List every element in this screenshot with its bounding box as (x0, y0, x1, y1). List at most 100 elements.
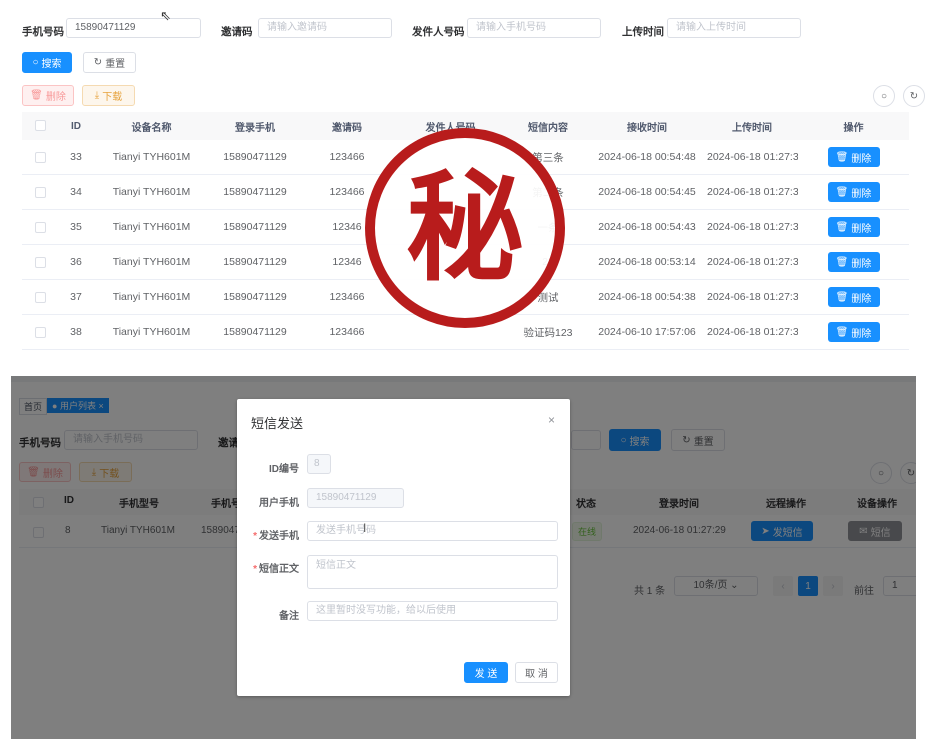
sender-label: 发件人号码 (412, 26, 465, 38)
trash-icon: 🗑 (30, 90, 43, 101)
cell-device: Tianyi TYH601M (94, 209, 209, 245)
cell-received: 2024-06-18 00:54:38 (588, 279, 706, 315)
download-icon: ⤓ (94, 90, 100, 101)
user-phone-field: 15890471129 (307, 488, 404, 508)
cell-uploaded: 2024-06-18 01:27:30 (706, 279, 798, 315)
bottom-panel: 首页 ● 用户列表 × 手机号码 请输入手机号码 邀请 ○搜索 ↻重置 🗑删除 … (11, 376, 916, 739)
cell-action: 🗑 删除 (798, 209, 909, 245)
text-cursor-icon: I (363, 521, 367, 535)
cell-received: 2024-06-18 00:54:48 (588, 140, 706, 175)
row-checkbox[interactable] (22, 140, 58, 175)
trash-icon: 🗑 (835, 291, 849, 303)
row-delete-button[interactable]: 🗑 删除 (827, 322, 880, 342)
sender-input[interactable]: 请输入手机号码 (467, 18, 601, 38)
search-button[interactable]: ○搜索 (22, 52, 72, 73)
send-phone-label: * 发送手机 (253, 531, 299, 542)
cell-uploaded: 2024-06-18 01:27:30 (706, 140, 798, 175)
cell-received: 2024-06-10 17:57:06 (588, 314, 706, 350)
cell-action: 🗑 删除 (798, 174, 909, 210)
cell-uploaded: 2024-06-18 01:27:30 (706, 244, 798, 280)
cell-device: Tianyi TYH601M (94, 140, 209, 175)
cell-received: 2024-06-18 00:54:43 (588, 209, 706, 245)
phone-label: 手机号码 (22, 26, 64, 38)
cell-received: 2024-06-18 00:53:14 (588, 244, 706, 280)
upload-time-input[interactable]: 请输入上传时间 (667, 18, 801, 38)
refresh-table-icon[interactable]: ↻ (903, 85, 925, 107)
row-delete-button[interactable]: 🗑 删除 (827, 147, 880, 167)
trash-icon: 🗑 (835, 186, 849, 198)
cell-action: 🗑 删除 (798, 279, 909, 315)
header-action: 操作 (798, 112, 909, 140)
phone-input[interactable]: 15890471129 (66, 18, 201, 38)
refresh-icon: ↻ (93, 57, 103, 68)
close-icon[interactable]: × (548, 413, 555, 427)
row-delete-button[interactable]: 🗑 删除 (827, 217, 880, 237)
remark-label: 备注 (279, 611, 299, 622)
cell-phone: 15890471129 (209, 314, 301, 350)
trash-icon: 🗑 (835, 326, 849, 338)
cell-id: 37 (58, 279, 94, 315)
cell-uploaded: 2024-06-18 01:27:30 (706, 209, 798, 245)
dialog-title: 短信发送 (251, 416, 304, 431)
cell-id: 38 (58, 314, 94, 350)
sms-body-textarea[interactable]: 短信正文 (307, 555, 558, 589)
cell-action: 🗑 删除 (798, 314, 909, 350)
cell-id: 35 (58, 209, 94, 245)
row-checkbox[interactable] (22, 314, 58, 350)
cell-id: 36 (58, 244, 94, 280)
row-checkbox[interactable] (22, 244, 58, 280)
row-delete-button[interactable]: 🗑 删除 (827, 252, 880, 272)
row-delete-button[interactable]: 🗑 删除 (827, 182, 880, 202)
send-phone-input[interactable]: 发送手机号码 (307, 521, 558, 541)
send-button[interactable]: 发 送 (464, 662, 508, 683)
header-uploaded: 上传时间 (706, 112, 798, 140)
cell-phone: 15890471129 (209, 174, 301, 210)
cancel-button[interactable]: 取 消 (515, 662, 558, 683)
row-delete-button[interactable]: 🗑 删除 (827, 287, 880, 307)
cell-received: 2024-06-18 00:54:45 (588, 174, 706, 210)
cell-phone: 15890471129 (209, 244, 301, 280)
cell-uploaded: 2024-06-18 01:27:30 (706, 174, 798, 210)
body-label: * 短信正文 (253, 564, 299, 575)
remark-input[interactable]: 这里暂时没写功能，给以后使用 (307, 601, 558, 621)
user-phone-label: 用户手机 (259, 498, 299, 509)
invite-label: 邀请码 (221, 26, 253, 38)
header-login-phone: 登录手机 (209, 112, 301, 140)
cell-device: Tianyi TYH601M (94, 174, 209, 210)
id-label: ID编号 (269, 464, 299, 475)
cell-action: 🗑 删除 (798, 244, 909, 280)
cell-action: 🗑 删除 (798, 140, 909, 175)
secret-seal: 秘 (365, 128, 565, 328)
trash-icon: 🗑 (835, 151, 849, 163)
trash-icon: 🗑 (835, 221, 849, 233)
cell-invite: 123466 (301, 279, 393, 315)
seal-text: 秘 (405, 159, 524, 297)
select-all-checkbox[interactable] (22, 112, 58, 140)
cell-device: Tianyi TYH601M (94, 244, 209, 280)
trash-icon: 🗑 (835, 256, 849, 268)
search-toggle-icon[interactable]: ○ (873, 85, 895, 107)
row-checkbox[interactable] (22, 279, 58, 315)
cell-phone: 15890471129 (209, 209, 301, 245)
cell-invite: 123466 (301, 314, 393, 350)
cell-uploaded: 2024-06-18 01:27:30 (706, 314, 798, 350)
header-invite: 邀请码 (301, 112, 393, 140)
row-checkbox[interactable] (22, 209, 58, 245)
cell-id: 33 (58, 140, 94, 175)
cell-phone: 15890471129 (209, 279, 301, 315)
mouse-cursor-icon: ⇖ (160, 8, 171, 23)
cell-phone: 15890471129 (209, 140, 301, 175)
sms-dialog: 短信发送 × ID编号 8 用户手机 15890471129 * 发送手机 发送手… (237, 399, 570, 696)
cell-device: Tianyi TYH601M (94, 279, 209, 315)
row-checkbox[interactable] (22, 174, 58, 210)
header-device: 设备名称 (94, 112, 209, 140)
search-icon: ○ (32, 57, 39, 68)
header-received: 接收时间 (588, 112, 706, 140)
reset-button[interactable]: ↻重置 (83, 52, 136, 73)
id-field: 8 (307, 454, 331, 474)
invite-input[interactable]: 请输入邀请码 (258, 18, 392, 38)
download-button[interactable]: ⤓下载 (82, 85, 135, 106)
cell-content: 验证码123 (508, 314, 588, 350)
delete-button[interactable]: 🗑删除 (22, 85, 74, 106)
header-id: ID (58, 112, 94, 140)
